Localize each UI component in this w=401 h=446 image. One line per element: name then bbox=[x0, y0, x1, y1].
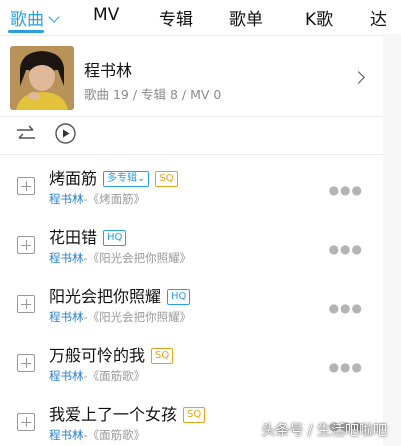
song-album: -《面筋歌》 bbox=[83, 428, 146, 442]
sq-badge: SQ bbox=[155, 171, 178, 187]
song-title: 阳光会把你照耀 HQ bbox=[49, 283, 191, 307]
playback-controls bbox=[0, 116, 383, 154]
hq-badge: HQ bbox=[103, 230, 127, 246]
tab-playlists[interactable]: 歌单 bbox=[229, 5, 263, 30]
add-icon[interactable] bbox=[17, 295, 35, 313]
song-title-text: 万般可怜的我 bbox=[49, 346, 146, 365]
song-title: 我爱上了一个女孩 SQ bbox=[49, 401, 206, 425]
tab-songs[interactable]: 歌曲 bbox=[10, 5, 60, 30]
multi-album-badge[interactable]: 多专辑⌄ bbox=[103, 171, 150, 187]
hq-badge: HQ bbox=[167, 289, 191, 305]
song-artist[interactable]: 程书林 bbox=[49, 251, 84, 265]
more-dots-icon[interactable]: ●●● bbox=[329, 242, 363, 256]
add-icon[interactable] bbox=[17, 413, 35, 431]
song-subtitle: 程书林-《面筋歌》 bbox=[49, 427, 145, 443]
song-title: 万般可怜的我 SQ bbox=[49, 342, 174, 366]
watermark: 头条号 / 生活吧啦吧 bbox=[261, 423, 387, 439]
divider bbox=[0, 154, 383, 155]
song-title-text: 烤面筋 bbox=[49, 169, 98, 188]
chevron-down-icon bbox=[48, 11, 60, 23]
song-row[interactable]: 万般可怜的我 SQ 程书林-《面筋歌》 ●●● bbox=[0, 333, 383, 392]
add-icon[interactable] bbox=[17, 354, 35, 372]
add-icon[interactable] bbox=[17, 236, 35, 254]
tab-karaoke[interactable]: K歌 bbox=[305, 5, 333, 30]
song-row[interactable]: 阳光会把你照耀 HQ 程书林-《阳光会把你照耀》 ●●● bbox=[0, 274, 383, 333]
artist-avatar bbox=[10, 46, 74, 110]
tab-truncated[interactable]: 达 bbox=[370, 5, 387, 30]
more-dots-icon[interactable]: ●●● bbox=[329, 301, 363, 315]
song-artist[interactable]: 程书林 bbox=[49, 369, 84, 383]
song-artist[interactable]: 程书林 bbox=[49, 428, 84, 442]
song-album: -《烤面筋》 bbox=[83, 192, 146, 206]
song-title-text: 阳光会把你照耀 bbox=[49, 287, 162, 306]
scrollbar-track bbox=[383, 0, 401, 446]
song-artist[interactable]: 程书林 bbox=[49, 310, 84, 324]
category-tabs: 歌曲 MV 专辑 歌单 K歌 达 bbox=[0, 0, 401, 34]
song-subtitle: 程书林-《烤面筋》 bbox=[49, 191, 145, 207]
song-artist[interactable]: 程书林 bbox=[49, 192, 84, 206]
sq-badge: SQ bbox=[151, 348, 174, 364]
song-row[interactable]: 花田错 HQ 程书林-《阳光会把你照耀》 ●●● bbox=[0, 215, 383, 274]
song-album: -《阳光会把你照耀》 bbox=[83, 310, 192, 324]
song-title-text: 我爱上了一个女孩 bbox=[49, 405, 178, 424]
active-tab-indicator bbox=[8, 30, 44, 33]
shuffle-icon[interactable] bbox=[16, 125, 36, 143]
song-subtitle: 程书林-《阳光会把你照耀》 bbox=[49, 309, 191, 325]
song-title: 烤面筋 多专辑⌄ SQ bbox=[49, 165, 178, 189]
chevron-right-icon bbox=[352, 71, 365, 84]
more-dots-icon[interactable]: ●●● bbox=[329, 183, 363, 197]
tab-albums[interactable]: 专辑 bbox=[159, 5, 193, 30]
artist-name: 程书林 bbox=[84, 61, 133, 80]
sq-badge: SQ bbox=[183, 407, 206, 423]
song-album: -《阳光会把你照耀》 bbox=[83, 251, 192, 265]
play-all-icon[interactable] bbox=[55, 123, 76, 144]
tab-label: 歌曲 bbox=[10, 10, 44, 30]
add-icon[interactable] bbox=[17, 177, 35, 195]
artist-card[interactable]: 程书林 歌曲 19 / 专辑 8 / MV 0 bbox=[0, 36, 383, 116]
song-subtitle: 程书林-《面筋歌》 bbox=[49, 368, 145, 384]
song-subtitle: 程书林-《阳光会把你照耀》 bbox=[49, 250, 191, 266]
song-row[interactable]: 烤面筋 多专辑⌄ SQ 程书林-《烤面筋》 ●●● bbox=[0, 156, 383, 215]
song-title-text: 花田错 bbox=[49, 228, 98, 247]
artist-stats: 歌曲 19 / 专辑 8 / MV 0 bbox=[84, 87, 222, 102]
song-title: 花田错 HQ bbox=[49, 224, 127, 248]
song-album: -《面筋歌》 bbox=[83, 369, 146, 383]
more-dots-icon[interactable]: ●●● bbox=[329, 360, 363, 374]
tab-mv[interactable]: MV bbox=[93, 5, 119, 25]
